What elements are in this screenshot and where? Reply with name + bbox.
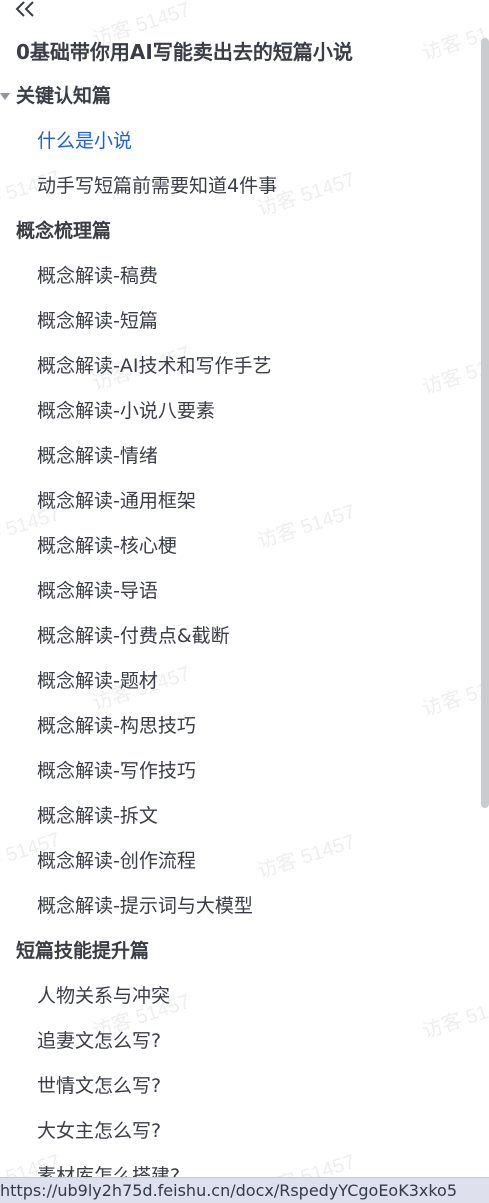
scrollbar-thumb[interactable] [481, 38, 489, 808]
document-title[interactable]: 0基础带你用AI写能卖出去的短篇小说 [16, 36, 353, 65]
toc-section-label: 短篇技能提升篇 [16, 940, 150, 962]
table-of-contents: 关键认知篇 什么是小说 动手写短篇前需要知道4件事 概念梳理篇 概念解读-稿费 … [0, 74, 480, 1199]
caret-down-icon[interactable] [0, 93, 10, 100]
toc-item[interactable]: 概念解读-稿费 [0, 254, 480, 299]
toc-item[interactable]: 动手写短篇前需要知道4件事 [0, 164, 480, 209]
toc-section-key-cognition[interactable]: 关键认知篇 [0, 74, 480, 119]
toc-item[interactable]: 概念解读-拆文 [0, 794, 480, 839]
toc-item[interactable]: 概念解读-通用框架 [0, 479, 480, 524]
toc-item[interactable]: 概念解读-创作流程 [0, 839, 480, 884]
toc-item[interactable]: 概念解读-AI技术和写作手艺 [0, 344, 480, 389]
toc-item[interactable]: 概念解读-核心梗 [0, 524, 480, 569]
toc-section-concepts[interactable]: 概念梳理篇 [0, 209, 480, 254]
double-chevron-left-icon [15, 1, 34, 17]
toc-item[interactable]: 概念解读-构思技巧 [0, 704, 480, 749]
toc-section-label: 概念梳理篇 [16, 220, 112, 242]
toc-item[interactable]: 概念解读-小说八要素 [0, 389, 480, 434]
toc-sidebar: 访客 51457 访客 51457 访客 51457 访客 51457 访客 5… [0, 0, 489, 1203]
toc-section-label: 关键认知篇 [16, 85, 112, 107]
toc-item[interactable]: 概念解读-写作技巧 [0, 749, 480, 794]
toc-item-active[interactable]: 什么是小说 [0, 119, 480, 164]
toc-section-skills[interactable]: 短篇技能提升篇 [0, 929, 480, 974]
watermark: 访客 51457 [419, 12, 489, 65]
toc-item[interactable]: 概念解读-提示词与大模型 [0, 884, 480, 929]
toc-item[interactable]: 世情文怎么写? [0, 1064, 480, 1109]
toc-item[interactable]: 概念解读-导语 [0, 569, 480, 614]
toc-item[interactable]: 大女主怎么写? [0, 1109, 480, 1154]
link-status-bar: https://ub9ly2h75d.feishu.cn/docx/Rspedy… [0, 1177, 489, 1203]
toc-item[interactable]: 概念解读-短篇 [0, 299, 480, 344]
toc-item[interactable]: 概念解读-题材 [0, 659, 480, 704]
toc-item[interactable]: 概念解读-付费点&截断 [0, 614, 480, 659]
collapse-sidebar-button[interactable] [14, 0, 38, 18]
toc-item[interactable]: 概念解读-情绪 [0, 434, 480, 479]
toc-item[interactable]: 追妻文怎么写? [0, 1019, 480, 1064]
toc-item[interactable]: 人物关系与冲突 [0, 974, 480, 1019]
